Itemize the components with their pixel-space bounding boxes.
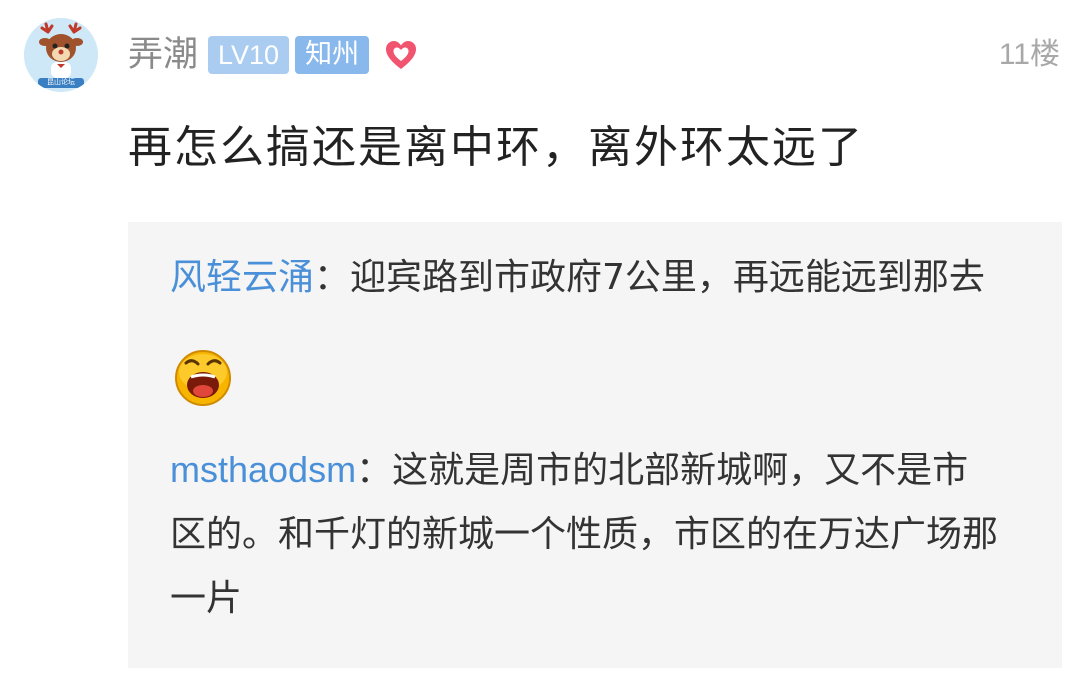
level-badge: LV10 [208,36,290,74]
location-badge: 知州 [295,36,370,74]
quote-separator: ： [356,450,393,491]
heart-icon [386,41,417,69]
quoted-reply: 风轻云涌：迎宾路到市政府7公里，再远能远到那去 [170,226,1000,432]
quote-author-link[interactable]: msthaodsm [170,449,356,490]
quoted-reply: msthaodsm：这就是周市的北部新城啊，又不是市区的。和千灯的新城一个性质，… [170,438,1000,631]
post-header: 弄潮 LV10 知州 [128,30,419,80]
avatar-caption: 昆山论坛 [47,78,75,86]
laughing-face-emoji [175,350,231,406]
avatar[interactable]: 昆山论坛 [24,18,98,92]
username[interactable]: 弄潮 [128,30,198,80]
quoted-replies[interactable]: 风轻云涌：迎宾路到市政府7公里，再远能远到那去 msthaodsm：这就是周市的… [128,222,1062,668]
quote-text: 迎宾路到市政府7公里，再远能远到那去 [350,257,985,298]
quote-separator: ： [314,257,351,298]
floor-number: 11楼 [998,38,1060,71]
post-content: 再怎么搞还是离中环，离外环太远了 [128,122,864,173]
quote-author-link[interactable]: 风轻云涌 [170,257,314,298]
reply-post: 昆山论坛 弄潮 LV10 知州 11楼 再怎么搞还是离中环，离外环太远了 风轻云… [0,0,1080,681]
